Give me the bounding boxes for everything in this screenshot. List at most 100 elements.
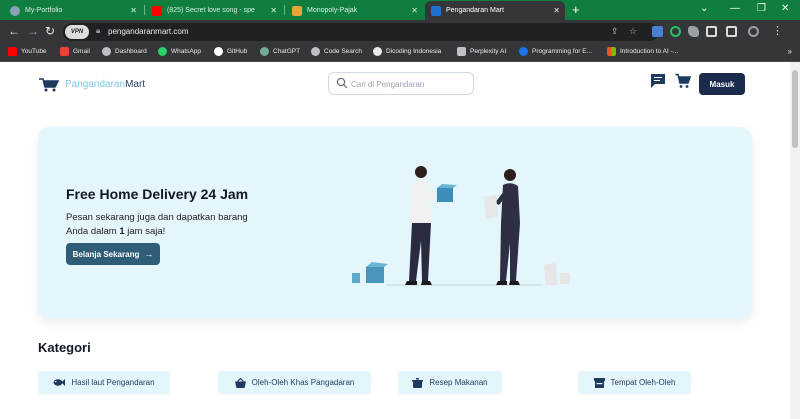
back-arrow-icon[interactable]: ←	[8, 24, 20, 38]
vpn-badge[interactable]: VPN	[65, 25, 89, 39]
bookmark-intro-ai[interactable]: Introduction to AI -...	[607, 47, 678, 56]
logo-text-part1: Pangandaran	[65, 78, 126, 90]
dashboard-icon	[102, 47, 111, 56]
category-label: Resep Makanan	[429, 378, 488, 387]
bookmark-code-search[interactable]: Code Search	[311, 47, 362, 56]
more-menu-icon[interactable]: ⋮	[772, 24, 783, 37]
microsoft-icon	[607, 47, 616, 56]
delivery-illustration	[352, 166, 570, 286]
url-text[interactable]: pengandaranmart.com	[108, 27, 189, 36]
tab-secret-love-song[interactable]: (825) Secret love song - spe ✕	[146, 1, 282, 20]
bookmark-dashboard[interactable]: Dashboard	[102, 47, 147, 56]
tab-title: My-Portfolio	[25, 7, 63, 14]
tab-my-portfolio[interactable]: My-Portfolio ✕	[4, 1, 142, 20]
bookmark-label: Introduction to AI -...	[620, 48, 679, 55]
perplexity-icon	[457, 47, 466, 56]
profile-avatar-icon[interactable]	[748, 26, 759, 37]
star-icon[interactable]: ☆	[629, 26, 637, 37]
tab-search-icon[interactable]	[726, 26, 737, 37]
search-icon	[336, 77, 348, 89]
reload-icon[interactable]: ↻	[45, 24, 55, 38]
courier-person	[405, 166, 457, 285]
close-tab-icon[interactable]: ✕	[130, 6, 137, 15]
close-tab-icon[interactable]: ✕	[270, 6, 277, 15]
bookmark-label: Code Search	[324, 48, 362, 55]
category-label: Oleh-Oleh Khas Pangadaran	[251, 378, 355, 387]
tab-monopoly-pajak[interactable]: Monopoly-Pajak ✕	[286, 1, 423, 20]
whatsapp-icon	[158, 47, 167, 56]
github-icon	[214, 47, 223, 56]
tab-title: Pengandaran Mart	[446, 7, 504, 14]
tab-favicon	[292, 5, 302, 16]
youtube-icon	[152, 5, 162, 16]
tab-title: (825) Secret love song - spe	[167, 7, 255, 14]
bookmark-label: Gmail	[73, 48, 90, 55]
more-bookmarks-icon[interactable]: »	[788, 47, 792, 56]
bookmark-github[interactable]: GitHub	[214, 47, 247, 56]
small-bag	[560, 273, 570, 284]
hero-subtitle: Pesan sekarang juga dan dapatkan barang …	[66, 211, 276, 239]
sidebar-toggle-icon[interactable]	[706, 26, 717, 37]
hero-subtitle-line2-prefix: Anda dalam	[66, 226, 120, 237]
code-search-icon	[311, 47, 320, 56]
category-label: Tempat Oleh-Oleh	[610, 378, 676, 387]
lock-icon[interactable]: 🔒︎	[96, 26, 100, 36]
close-tab-icon[interactable]: ✕	[553, 6, 560, 15]
share-icon[interactable]: ⇪	[611, 26, 619, 37]
bookmark-youtube[interactable]: YouTube	[8, 47, 47, 56]
fish-icon	[53, 379, 66, 386]
maximize-icon[interactable]: ❐	[757, 3, 766, 14]
shop-now-button[interactable]: Belanja Sekarang →	[66, 243, 160, 265]
category-shops[interactable]: Tempat Oleh-Oleh	[578, 371, 691, 394]
puzzle-extensions-icon[interactable]	[688, 26, 699, 37]
bookmark-gmail[interactable]: Gmail	[60, 47, 90, 56]
bookmark-programming[interactable]: Programming for E...	[519, 47, 592, 56]
forward-arrow-icon[interactable]: →	[27, 24, 39, 38]
bookmark-whatsapp[interactable]: WhatsApp	[158, 47, 201, 56]
tab-favicon	[431, 5, 441, 16]
search-box[interactable]	[328, 72, 474, 95]
new-tab-button[interactable]: +	[572, 2, 580, 17]
cooking-pot-icon	[412, 377, 424, 388]
bookmark-label: ChatGPT	[273, 48, 301, 55]
customer-person	[484, 169, 520, 285]
chatgpt-icon	[260, 47, 269, 56]
youtube-icon	[8, 47, 17, 56]
page-scrollbar[interactable]	[790, 62, 800, 419]
browser-tabstrip: My-Portfolio ✕ (825) Secret love song - …	[0, 0, 800, 20]
hero-subtitle-line1: Pesan sekarang juga dan dapatkan barang	[66, 212, 248, 223]
chevron-down-icon[interactable]: ⌄	[700, 3, 708, 14]
close-tab-icon[interactable]: ✕	[411, 6, 418, 15]
site-logo[interactable]: PangandaranMart	[38, 76, 145, 92]
category-souvenirs[interactable]: Oleh-Oleh Khas Pangadaran	[218, 371, 371, 394]
bookmark-chatgpt[interactable]: ChatGPT	[260, 47, 300, 56]
shopping-cart-logo-icon	[39, 78, 60, 92]
tab-favicon	[10, 5, 20, 16]
shop-icon	[593, 377, 605, 388]
box-left	[366, 267, 384, 283]
tab-pengandaran-mart[interactable]: Pengandaran Mart ✕	[425, 1, 565, 20]
tab-title: Monopoly-Pajak	[307, 7, 358, 14]
logo-text: PangandaranMart	[65, 79, 145, 90]
bookmark-dicoding[interactable]: Dicoding Indonesia	[373, 47, 441, 56]
chat-icon[interactable]	[650, 73, 666, 89]
dicoding-icon	[373, 47, 382, 56]
eye-extension-icon[interactable]	[670, 26, 681, 37]
login-button[interactable]: Masuk	[699, 73, 745, 95]
cart-icon[interactable]	[675, 73, 691, 89]
paper-bag	[544, 263, 557, 285]
categories-title: Kategori	[38, 340, 91, 355]
bookmark-label: Perplexity AI	[470, 48, 507, 55]
address-bar[interactable]: VPN 🔒︎ pengandaranmart.com ⇪ ☆	[63, 23, 659, 41]
category-seafood[interactable]: Hasil laut Pengandaran	[38, 371, 170, 394]
bookmark-label: YouTube	[21, 48, 47, 55]
translate-extension-icon[interactable]	[652, 26, 663, 37]
bookmark-perplexity[interactable]: Perplexity AI	[457, 47, 506, 56]
small-box	[352, 273, 360, 283]
close-window-icon[interactable]: ✕	[781, 3, 789, 14]
minimize-icon[interactable]: —	[730, 3, 740, 14]
category-recipes[interactable]: Resep Makanan	[398, 371, 502, 394]
search-input[interactable]	[351, 76, 469, 92]
bookmarks-bar: YouTube Gmail Dashboard WhatsApp GitHub …	[0, 44, 800, 62]
scrollbar-thumb[interactable]	[792, 70, 798, 148]
